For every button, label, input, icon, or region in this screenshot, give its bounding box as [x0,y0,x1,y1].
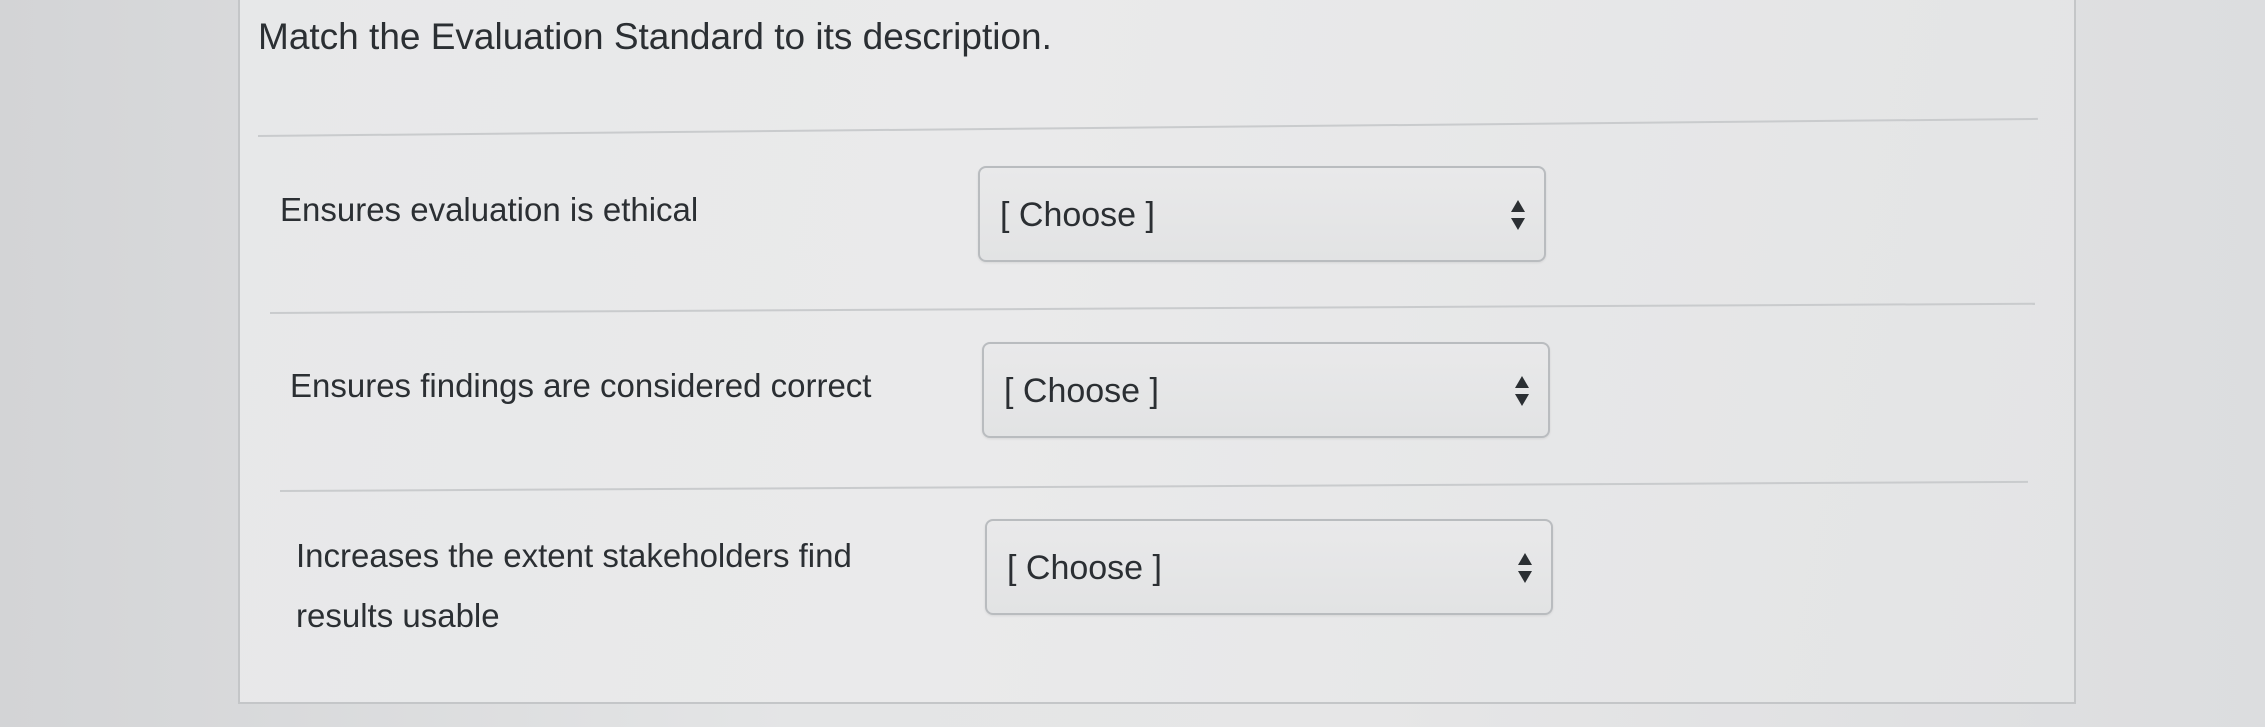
answer-select-3[interactable]: [ Choose ] [985,519,1553,615]
updown-arrows-icon [1517,551,1533,585]
updown-arrows-icon [1514,374,1530,408]
select-value: [ Choose ] [1004,372,1159,410]
select-value: [ Choose ] [1007,549,1162,587]
answer-select-2[interactable]: [ Choose ] [982,342,1550,438]
match-item-label: Ensures evaluation is ethical [280,191,699,228]
select-value: [ Choose ] [1000,196,1155,234]
match-item-label: Ensures findings are considered correct [290,367,872,404]
updown-arrows-icon [1510,198,1526,232]
answer-select-1[interactable]: [ Choose ] [978,166,1546,262]
match-item-label: Increases the extent stakeholders find r… [296,537,852,634]
question-title: Match the Evaluation Standard to its des… [258,16,1052,57]
